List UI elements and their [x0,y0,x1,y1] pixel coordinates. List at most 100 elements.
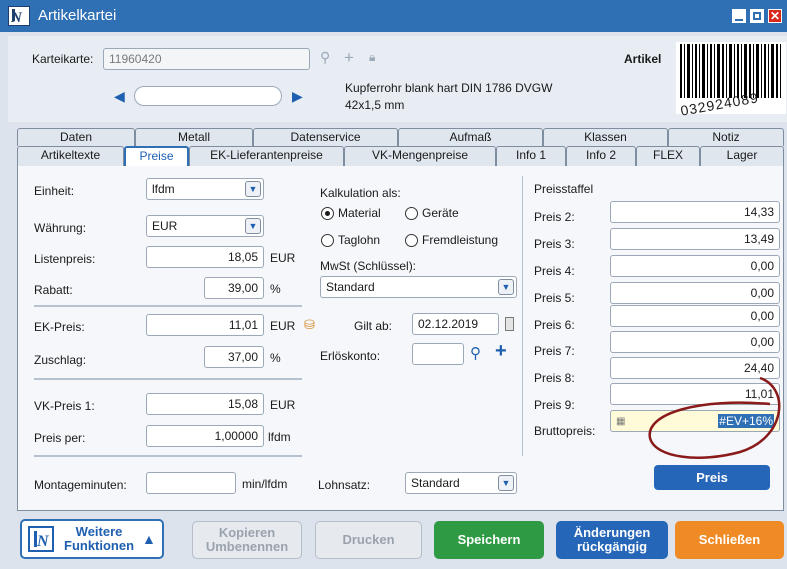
tab-preise[interactable]: Preise [124,146,189,167]
tab-metall[interactable]: Metall [135,128,253,146]
add-icon[interactable]: + [495,340,507,363]
radio-fremdleistung[interactable] [405,234,418,247]
close-window-button[interactable]: ✕ [768,9,782,23]
preisper-input[interactable]: 1,00000 [146,425,264,447]
add-icon[interactable]: + [344,48,354,68]
previous-record-icon[interactable]: ◀ [114,88,125,105]
radio-fremdleistung-label: Fremdleistung [422,233,499,247]
karteikarte-label: Karteikarte: [32,52,94,66]
ekpreis-unit: EUR [270,319,296,333]
vkpreis-input[interactable]: 15,08 [146,393,264,415]
radio-taglohn[interactable] [321,234,334,247]
chevron-down-icon: ▼ [245,218,261,234]
einheit-select[interactable]: lfdm ▼ [146,178,264,200]
rabatt-label: Rabatt: [34,283,73,297]
search-icon[interactable]: ⚲ [320,49,330,66]
einheit-label: Einheit: [34,184,75,198]
annotation-circle [648,376,781,459]
minimize-button[interactable] [732,9,746,23]
tab-datenservice[interactable]: Datenservice [253,128,398,146]
lohnsatz-select[interactable]: Standard ▼ [405,472,517,494]
preis2-label: Preis 2: [534,210,575,224]
montage-input[interactable] [146,472,236,494]
drucken-button[interactable]: Drucken [315,521,422,559]
price-lookup-icon[interactable]: ⛁ [304,317,315,333]
funktionen-label: Funktionen [64,538,135,553]
preis4-input[interactable]: 0,00 [610,255,780,277]
svg-text:N: N [10,10,23,25]
zuschlag-unit: % [270,351,281,365]
giltab-label: Gilt ab: [354,319,393,333]
preis-button[interactable]: Preis [654,465,770,490]
bruttopreis-label: Bruttopreis: [534,424,596,438]
giltab-input[interactable]: 02.12.2019 [412,313,499,335]
preis7-label: Preis 7: [534,344,575,358]
preis3-label: Preis 3: [534,237,575,251]
preis2-input[interactable]: 14,33 [610,201,780,223]
preisstaffel-title: Preisstaffel [534,182,594,196]
divider [34,455,302,457]
preis7-input[interactable]: 0,00 [610,331,780,353]
title-bar: N Artikelkartei ✕ [0,0,787,32]
tab-aufmass[interactable]: Aufmaß [398,128,543,146]
tab-lager[interactable]: Lager [700,146,784,166]
weitere-label: Weitere [75,524,123,539]
record-navigator[interactable] [134,86,282,106]
tab-info-1[interactable]: Info 1 [496,146,566,166]
montage-unit: min/lfdm [242,477,288,491]
montage-label: Montageminuten: [34,478,127,492]
mwst-select[interactable]: Standard ▼ [320,276,517,298]
tab-info-2[interactable]: Info 2 [566,146,636,166]
karteikarte-input[interactable]: 11960420 [103,48,310,70]
search-icon[interactable]: ⚲ [470,344,481,362]
zuschlag-label: Zuschlag: [34,353,87,367]
tab-klassen[interactable]: Klassen [543,128,668,146]
lock-icon[interactable]: 🔒︎ [369,50,375,65]
waehrung-select[interactable]: EUR ▼ [146,215,264,237]
tab-flex[interactable]: FLEX [636,146,700,166]
listenpreis-unit: EUR [270,251,296,265]
divider [34,378,302,380]
preis5-input[interactable]: 0,00 [610,282,780,304]
next-record-icon[interactable]: ▶ [292,88,303,105]
kalkulation-label: Kalkulation als: [320,186,401,200]
rabatt-input[interactable]: 39,00 [204,277,264,299]
zuschlag-input[interactable]: 37,00 [204,346,264,368]
tab-notiz[interactable]: Notiz [668,128,784,146]
preisper-unit: lfdm [268,430,291,444]
chevron-down-icon: ▼ [245,181,261,197]
mwst-label: MwSt (Schlüssel): [320,259,417,273]
radio-taglohn-label: Taglohn [338,233,381,247]
calendar-icon[interactable] [505,317,514,331]
rueckgaengig-label: rückgängig [576,539,648,554]
listenpreis-label: Listenpreis: [34,252,96,266]
radio-material[interactable] [321,207,334,220]
waehrung-label: Währung: [34,221,87,235]
erloeskonto-input[interactable] [412,343,464,365]
maximize-button[interactable] [750,9,764,23]
radio-geraete-label: Geräte [422,206,459,220]
divider [34,305,302,307]
tab-vk-mengenpreise[interactable]: VK-Mengenpreise [344,146,496,166]
radio-material-label: Material [338,206,381,220]
aenderungen-rueckgaengig-button[interactable]: Änderungen rückgängig [556,521,668,559]
kopieren-umbenennen-button[interactable]: Kopieren Umbenennen [192,521,302,559]
preis6-input[interactable]: 0,00 [610,305,780,327]
preis9-label: Preis 9: [534,398,575,412]
weitere-funktionen-button[interactable]: N Weitere Funktionen ▲ [20,519,164,559]
preis6-label: Preis 6: [534,318,575,332]
ekpreis-input[interactable]: 11,01 [146,314,264,336]
ekpreis-label: EK-Preis: [34,320,85,334]
tab-ek-lieferantenpreise[interactable]: EK-Lieferantenpreise [189,146,344,166]
listenpreis-input[interactable]: 18,05 [146,246,264,268]
radio-geraete[interactable] [405,207,418,220]
preis3-input[interactable]: 13,49 [610,228,780,250]
tab-daten[interactable]: Daten [17,128,135,146]
preis8-label: Preis 8: [534,371,575,385]
schliessen-button[interactable]: Schließen [675,521,784,559]
rabatt-unit: % [270,282,281,296]
speichern-button[interactable]: Speichern [434,521,544,559]
barcode-image: 032924089 [676,42,786,119]
tab-artikeltexte[interactable]: Artikeltexte [17,146,124,166]
svg-text:N: N [36,533,50,550]
